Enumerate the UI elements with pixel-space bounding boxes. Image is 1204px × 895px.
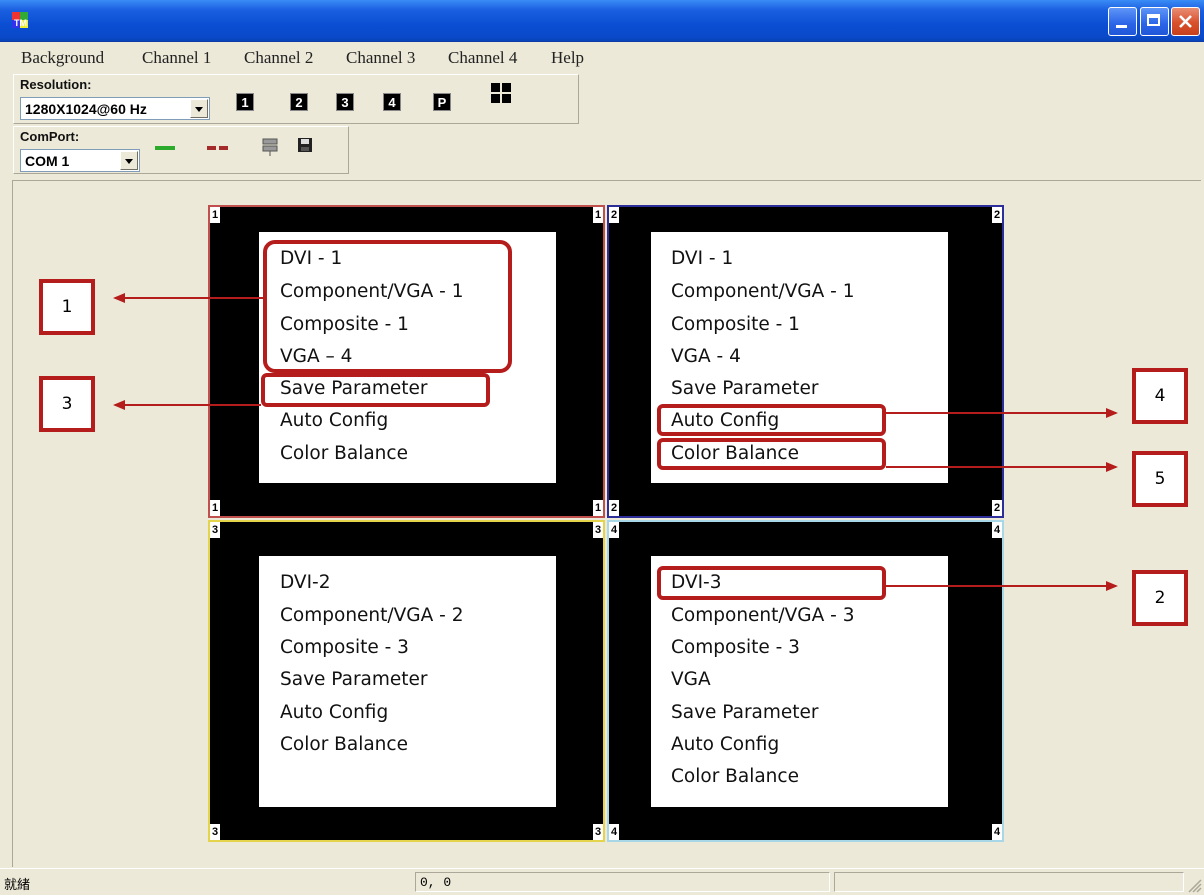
resolution-value: 1280X1024@60 Hz (25, 101, 147, 117)
toolbar-area: Resolution: 1280X1024@60 Hz 1 2 3 4 P Co… (0, 72, 1204, 178)
panel-number: 1 (210, 207, 220, 223)
menu-help[interactable]: Help (551, 48, 584, 68)
title-bar[interactable]: TM (0, 0, 1204, 42)
panel-number: 4 (992, 824, 1002, 840)
menu-item[interactable]: Component/VGA - 3 (671, 605, 855, 626)
network-icon[interactable] (260, 135, 280, 157)
app-window: TM Background Channel 1 Channel 2 Channe… (0, 0, 1204, 895)
panel-number: 2 (609, 500, 619, 516)
menu-item[interactable]: DVI-2 (280, 572, 330, 593)
menu-item[interactable]: Auto Config (671, 734, 779, 755)
chevron-down-icon[interactable] (190, 99, 208, 118)
disconnect-icon[interactable] (206, 141, 230, 155)
callout-3: 3 (39, 376, 95, 432)
status-pane-empty (834, 872, 1184, 892)
menu-item[interactable]: Component/VGA - 1 (671, 281, 855, 302)
channel-1-button[interactable]: 1 (236, 93, 254, 111)
callout-4: 4 (1132, 368, 1188, 424)
minimize-icon (1116, 25, 1127, 28)
panel-number: 4 (992, 522, 1002, 538)
status-bar: 就緒 0, 0 (0, 868, 1204, 895)
menu-channel-1[interactable]: Channel 1 (142, 48, 211, 68)
panel-number: 4 (609, 522, 619, 538)
menu-channel-3[interactable]: Channel 3 (346, 48, 415, 68)
panel-number: 4 (609, 824, 619, 840)
menu-item[interactable]: Auto Config (280, 702, 388, 723)
panel-number: 1 (210, 500, 220, 516)
resolution-label: Resolution: (20, 77, 92, 92)
panel-number: 2 (992, 207, 1002, 223)
highlight-color-balance (657, 438, 886, 470)
app-icon: TM (12, 12, 28, 28)
menu-item[interactable]: Composite - 3 (671, 637, 800, 658)
menu-channel-4[interactable]: Channel 4 (448, 48, 517, 68)
pip-button[interactable]: P (433, 93, 451, 111)
panel-number: 2 (609, 207, 619, 223)
close-button[interactable] (1171, 7, 1200, 36)
channel-3-button[interactable]: 3 (336, 93, 354, 111)
comport-select[interactable]: COM 1 (20, 149, 140, 172)
channel-4-button[interactable]: 4 (383, 93, 401, 111)
maximize-button[interactable] (1140, 7, 1169, 36)
panel-number: 3 (210, 522, 220, 538)
menu-item[interactable]: Auto Config (280, 410, 388, 431)
menu-item[interactable]: Save Parameter (671, 702, 819, 723)
menu-item[interactable]: Color Balance (280, 734, 408, 755)
resize-grip-icon[interactable] (1188, 879, 1202, 893)
status-coords: 0, 0 (415, 872, 830, 892)
connect-icon[interactable] (154, 141, 176, 155)
channel-2-button[interactable]: 2 (290, 93, 308, 111)
chevron-down-icon[interactable] (120, 151, 138, 170)
comport-label: ComPort: (20, 129, 80, 144)
callout-1: 1 (39, 279, 95, 335)
panel-number: 2 (992, 500, 1002, 516)
menu-item[interactable]: Save Parameter (280, 669, 428, 690)
menu-item[interactable]: Save Parameter (671, 378, 819, 399)
panel-number: 3 (210, 824, 220, 840)
menu-item[interactable]: Component/VGA - 2 (280, 605, 464, 626)
menu-item[interactable]: Color Balance (671, 766, 799, 787)
menu-item[interactable]: Composite - 3 (280, 637, 409, 658)
highlight-input-sources (263, 240, 512, 373)
panel-number: 3 (593, 824, 603, 840)
maximize-icon (1147, 14, 1160, 26)
panel-number: 1 (593, 207, 603, 223)
menu-background[interactable]: Background (21, 48, 104, 68)
quad-view-icon[interactable] (491, 83, 511, 103)
comport-value: COM 1 (25, 153, 70, 169)
status-text: 就緒 (4, 878, 31, 893)
comport-toolbar: ComPort: COM 1 (13, 126, 349, 174)
resolution-select[interactable]: 1280X1024@60 Hz (20, 97, 210, 120)
panel-number: 1 (593, 500, 603, 516)
menu-channel-2[interactable]: Channel 2 (244, 48, 313, 68)
svg-text:TM: TM (14, 18, 27, 28)
menu-item[interactable]: DVI - 1 (671, 248, 733, 269)
save-icon[interactable] (297, 137, 313, 153)
highlight-dvi-3 (657, 566, 886, 600)
panel-number: 3 (593, 522, 603, 538)
callout-5: 5 (1132, 451, 1188, 507)
callout-2: 2 (1132, 570, 1188, 626)
menu-item[interactable]: VGA (671, 669, 711, 690)
highlight-auto-config (657, 404, 886, 436)
resolution-toolbar: Resolution: 1280X1024@60 Hz 1 2 3 4 P (13, 74, 579, 124)
close-icon (1179, 15, 1192, 28)
menu-item[interactable]: Color Balance (280, 443, 408, 464)
menu-bar: Background Channel 1 Channel 2 Channel 3… (0, 42, 1204, 72)
menu-item[interactable]: VGA - 4 (671, 346, 741, 367)
menu-item[interactable]: Composite - 1 (671, 314, 800, 335)
minimize-button[interactable] (1108, 7, 1137, 36)
highlight-save-parameter (261, 373, 490, 407)
